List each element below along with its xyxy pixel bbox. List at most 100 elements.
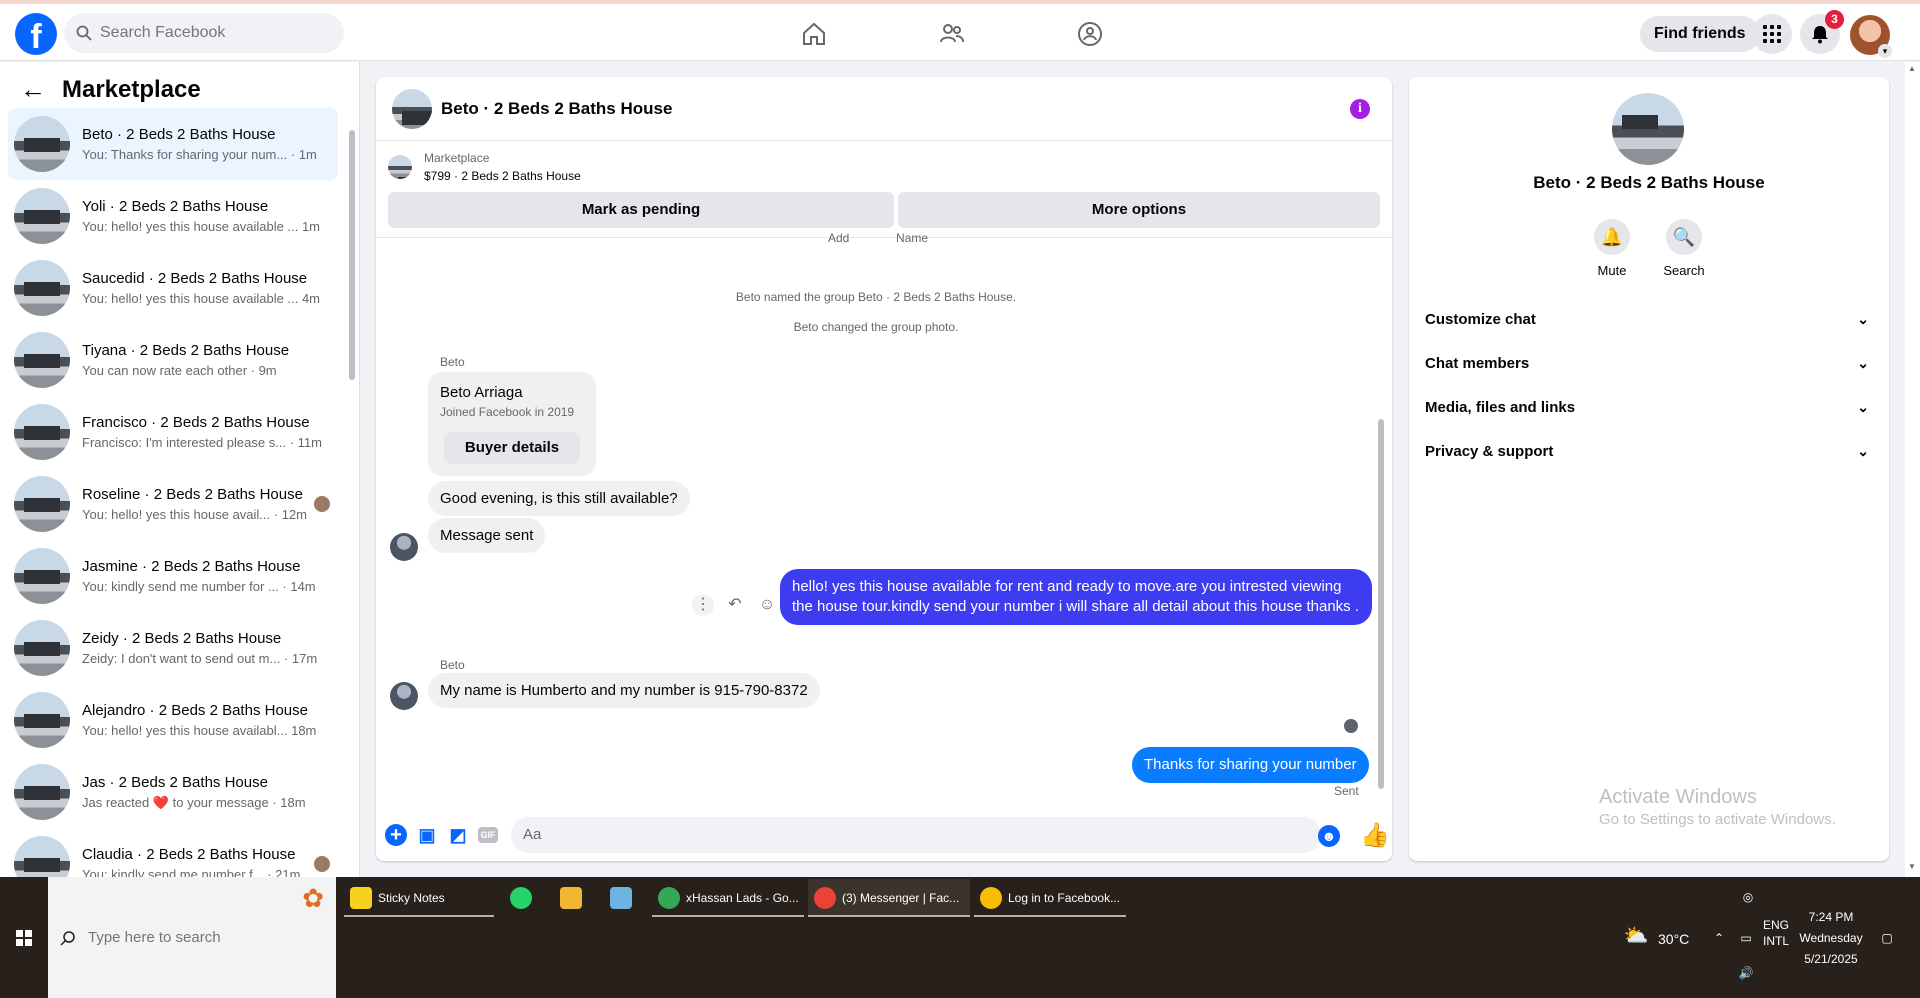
scrollbar-thumb[interactable] — [1378, 419, 1384, 789]
sender-avatar[interactable] — [390, 533, 418, 561]
taskbar-app-file-explorer[interactable] — [560, 879, 590, 917]
page-scrollbar[interactable]: ▲ ▼ — [1905, 62, 1920, 877]
meet-now-icon[interactable]: ◎ — [1738, 887, 1758, 908]
conversation-preview: You: hello! yes this house available ...… — [82, 219, 320, 234]
mute-button[interactable]: 🔔 Mute — [1577, 219, 1647, 278]
taskbar-app-label: Log in to Facebook... — [1008, 891, 1121, 905]
mute-label: Mute — [1597, 263, 1627, 278]
groups-icon[interactable] — [1076, 20, 1104, 48]
search-icon — [76, 25, 92, 41]
notification-center-icon[interactable]: ▢ — [1876, 928, 1898, 949]
weather-icon[interactable]: ⛅ — [1622, 926, 1650, 947]
message-input[interactable]: Aa — [511, 817, 1321, 853]
conversation-item[interactable]: Tiyana · 2 Beds 2 Baths House You can now… — [8, 324, 338, 396]
react-smiley-icon[interactable]: ☺ — [756, 594, 778, 616]
chat-title[interactable]: Beto · 2 Beds 2 Baths House — [441, 99, 672, 119]
conversation-item[interactable]: Roseline · 2 Beds 2 Baths House You: hell… — [8, 468, 338, 540]
volume-icon[interactable]: 🔊 — [1736, 963, 1756, 984]
active-underline — [344, 915, 494, 917]
back-arrow-icon[interactable]: ← — [20, 74, 46, 105]
conversation-name: Yoli · 2 Beds 2 Baths House — [82, 198, 269, 215]
info-icon[interactable]: i — [1350, 99, 1370, 119]
conversation-item[interactable]: Francisco · 2 Beds 2 Baths House Francisc… — [8, 396, 338, 468]
search-input[interactable] — [100, 24, 320, 42]
conversation-name: Saucedid · 2 Beds 2 Baths House — [82, 270, 308, 287]
listing-avatar — [14, 620, 70, 676]
truncated-text: Add — [828, 231, 850, 245]
language-indicator[interactable]: ENG INTL — [1756, 917, 1796, 949]
conversation-item[interactable]: Alejandro · 2 Beds 2 Baths House You: hel… — [8, 684, 338, 756]
conversation-item[interactable]: Zeidy · 2 Beds 2 Baths House Zeidy: I don… — [8, 612, 338, 684]
photo-icon[interactable]: ▣ — [416, 824, 438, 846]
taskbar-app-sticky-notes[interactable]: Sticky Notes — [344, 879, 494, 917]
outgoing-message[interactable]: hello! yes this house available for rent… — [780, 569, 1372, 625]
privacy-support-section[interactable]: Privacy & support ⌄ — [1425, 433, 1873, 469]
listing-avatar — [14, 548, 70, 604]
incoming-message[interactable]: Message sent — [428, 518, 546, 553]
emoji-icon[interactable]: ☻ — [1318, 825, 1340, 847]
taskbar-app-chrome-login[interactable]: Log in to Facebook... — [974, 879, 1126, 917]
conversation-item[interactable]: Jasmine · 2 Beds 2 Baths House You: kindl… — [8, 540, 338, 612]
start-button[interactable] — [0, 877, 48, 998]
taskbar-app-notes[interactable] — [610, 879, 640, 917]
taskbar-app-label: xHassan Lads - Go... — [686, 891, 799, 905]
sidebar-header: ← Marketplace — [20, 74, 201, 105]
conversation-item[interactable]: Yoli · 2 Beds 2 Baths House You: hello! y… — [8, 180, 338, 252]
conversation-preview: Zeidy: I don't want to send out m... · 1… — [82, 651, 318, 666]
weather-temperature[interactable]: 30°C — [1658, 929, 1689, 950]
outgoing-message[interactable]: Thanks for sharing your number — [1132, 747, 1369, 783]
buyer-details-button[interactable]: Buyer details — [444, 432, 580, 464]
scroll-down-arrow-icon[interactable]: ▼ — [1908, 862, 1916, 871]
listing-avatar — [14, 692, 70, 748]
clock-time: 7:24 PM — [1808, 910, 1854, 924]
more-dots-icon[interactable]: ⋮ — [692, 594, 714, 616]
taskbar-app-chrome-1[interactable]: xHassan Lads - Go... — [652, 879, 804, 917]
plus-icon[interactable]: + — [385, 824, 407, 846]
sender-avatar[interactable] — [390, 682, 418, 710]
facebook-search-box[interactable] — [64, 13, 344, 53]
listing-summary[interactable]: Marketplace $799 · 2 Beds 2 Baths House — [388, 149, 581, 185]
conversation-name: Tiyana · 2 Beds 2 Baths House — [82, 342, 290, 359]
incoming-message[interactable]: Good evening, is this still available? — [428, 481, 690, 516]
conversation-item[interactable]: Jas · 2 Beds 2 Baths House Jas reacted ❤️… — [8, 756, 338, 828]
scroll-up-arrow-icon[interactable]: ▲ — [1908, 64, 1916, 73]
scrollbar-thumb[interactable] — [349, 130, 355, 380]
customize-chat-section[interactable]: Customize chat ⌄ — [1425, 301, 1873, 337]
search-in-chat-button[interactable]: 🔍 Search — [1649, 219, 1719, 278]
conversation-item[interactable]: Saucedid · 2 Beds 2 Baths House You: hell… — [8, 252, 338, 324]
listing-source-label: Marketplace — [424, 151, 490, 165]
incoming-message[interactable]: My name is Humberto and my number is 915… — [428, 673, 820, 708]
taskbar-search-box[interactable]: ✿ — [48, 877, 336, 998]
chat-members-section[interactable]: Chat members ⌄ — [1425, 345, 1873, 381]
friends-icon[interactable] — [938, 20, 966, 48]
conversation-item[interactable]: Beto · 2 Beds 2 Baths House You: Thanks f… — [8, 108, 338, 180]
sidebar-scrollbar[interactable] — [348, 110, 356, 870]
windows-logo-icon — [16, 929, 32, 946]
thumbs-up-icon[interactable]: 👍 — [1360, 821, 1390, 850]
taskbar-app-whatsapp[interactable] — [510, 879, 540, 917]
chevron-down-icon[interactable]: ▾ — [1878, 44, 1892, 58]
conversation-item[interactable]: Claudia · 2 Beds 2 Baths House You: kindl… — [8, 828, 338, 877]
facebook-logo[interactable]: f — [15, 13, 57, 55]
chat-avatar[interactable] — [392, 88, 432, 129]
more-options-button[interactable]: More options — [898, 192, 1380, 228]
home-icon[interactable] — [800, 20, 828, 48]
group-avatar[interactable] — [1612, 93, 1684, 165]
sent-status: Sent — [1334, 784, 1359, 798]
clock[interactable]: 7:24 PM Wednesday 5/21/2025 — [1794, 907, 1868, 970]
taskbar-app-chrome-messenger[interactable]: (3) Messenger | Fac... — [808, 879, 970, 917]
network-icon[interactable]: ▭ — [1736, 928, 1756, 949]
media-files-links-section[interactable]: Media, files and links ⌄ — [1425, 389, 1873, 425]
truncated-text: Name — [896, 231, 929, 245]
gif-icon[interactable]: GIF — [478, 827, 498, 843]
chat-scrollbar[interactable] — [1376, 243, 1386, 793]
conversation-preview: Jas reacted ❤️ to your message · 18m — [82, 794, 306, 810]
chevron-up-icon[interactable]: ⌃ — [1712, 928, 1726, 949]
taskbar-search-input[interactable] — [88, 929, 288, 946]
sticker-icon[interactable]: ◩ — [447, 824, 469, 846]
mark-as-pending-button[interactable]: Mark as pending — [388, 192, 894, 228]
system-message: Beto changed the group photo. — [793, 320, 959, 334]
menu-button[interactable] — [1752, 14, 1792, 54]
find-friends-button[interactable]: Find friends — [1640, 16, 1760, 52]
reply-icon[interactable]: ↶ — [724, 594, 746, 616]
